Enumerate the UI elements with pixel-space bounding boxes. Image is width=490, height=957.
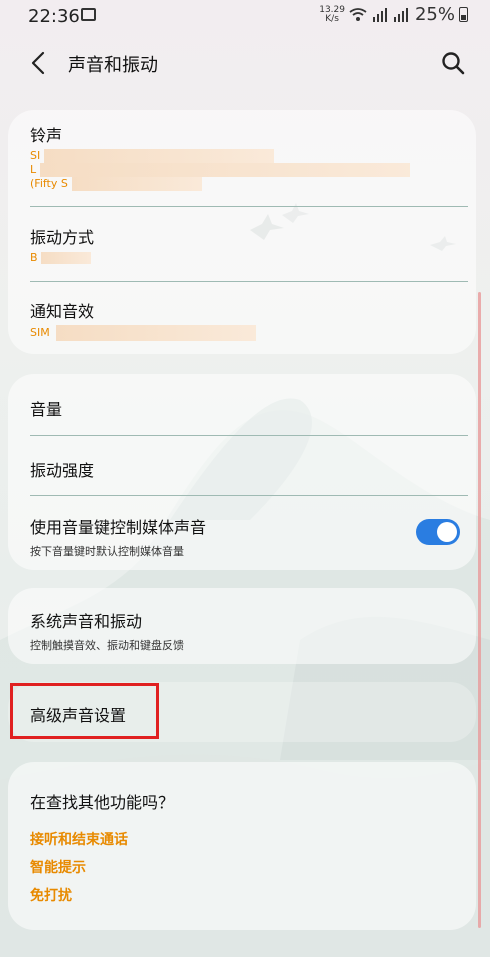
redacted-ringtone-extra bbox=[71, 177, 202, 191]
signal-icon bbox=[393, 7, 408, 22]
app-header: 声音和振动 bbox=[0, 40, 490, 86]
media-volume-key-description: 按下音量键时默认控制媒体音量 bbox=[30, 545, 184, 558]
suggestion-link-do-not-disturb[interactable]: 免打扰 bbox=[30, 885, 72, 905]
volume-settings-card: 音量 振动强度 使用音量键控制媒体声音 按下音量键时默认控制媒体音量 bbox=[8, 374, 476, 570]
network-speed: 13.29 K/s bbox=[319, 5, 345, 24]
volume-label: 音量 bbox=[30, 400, 63, 419]
volume-row[interactable]: 音量 bbox=[30, 396, 468, 420]
redacted-ringtone-name bbox=[44, 149, 275, 163]
divider bbox=[30, 281, 468, 282]
annotation-highlight-box bbox=[10, 683, 159, 739]
system-sound-row[interactable]: 系统声音和振动 控制触摸音效、振动和键盘反馈 bbox=[30, 608, 468, 653]
divider bbox=[30, 495, 468, 496]
ringtone-label: 铃声 bbox=[30, 126, 63, 145]
ringtone-value-line1: SI bbox=[30, 149, 41, 162]
ringtone-value-line2: L bbox=[30, 163, 37, 176]
redacted-notification-name bbox=[55, 325, 256, 341]
back-arrow-icon[interactable] bbox=[26, 50, 52, 76]
ringtone-value-line3: (Fifty S bbox=[30, 177, 68, 190]
redacted-vibration-name bbox=[40, 252, 91, 264]
battery-percentage: 25% bbox=[414, 4, 455, 25]
status-bar: 22:36 13.29 K/s 25% bbox=[0, 0, 490, 32]
ringtone-value: SI L (Fifty S bbox=[30, 149, 468, 191]
divider bbox=[30, 435, 468, 436]
search-icon[interactable] bbox=[440, 50, 466, 76]
notification-sound-label: 通知音效 bbox=[30, 302, 95, 321]
signal-4g-icon bbox=[372, 7, 387, 22]
sound-settings-card: 铃声 SI L (Fifty S 振动方式 B 通知音效 SIM bbox=[8, 110, 476, 354]
suggestion-link-smart-alerts[interactable]: 智能提示 bbox=[30, 857, 86, 877]
system-sound-label: 系统声音和振动 bbox=[30, 612, 143, 631]
suggestion-link-answer-end-call[interactable]: 接听和结束通话 bbox=[30, 829, 128, 849]
gallery-notification-icon bbox=[81, 8, 96, 21]
vibration-pattern-row[interactable]: 振动方式 B bbox=[30, 224, 468, 264]
status-time: 22:36 bbox=[28, 6, 80, 27]
notification-sound-value-text: SIM bbox=[30, 326, 50, 339]
vibration-pattern-value-text: B bbox=[30, 251, 38, 264]
status-indicators: 13.29 K/s 25% bbox=[319, 4, 468, 25]
scrollbar[interactable] bbox=[478, 292, 481, 928]
ringtone-row[interactable]: 铃声 SI L (Fifty S bbox=[30, 122, 468, 191]
vibration-pattern-label: 振动方式 bbox=[30, 228, 95, 247]
system-sound-description: 控制触摸音效、振动和键盘反馈 bbox=[30, 639, 184, 652]
suggestions-heading: 在查找其他功能吗？ bbox=[30, 793, 175, 812]
battery-icon bbox=[459, 7, 468, 22]
vibration-intensity-label: 振动强度 bbox=[30, 461, 95, 480]
vibration-pattern-value: B bbox=[30, 251, 468, 264]
page-title: 声音和振动 bbox=[68, 55, 158, 76]
notification-sound-row[interactable]: 通知音效 SIM bbox=[30, 298, 468, 341]
wifi-icon bbox=[349, 7, 367, 21]
vibration-intensity-row[interactable]: 振动强度 bbox=[30, 457, 468, 481]
redacted-ringtone-detail bbox=[40, 163, 411, 177]
media-volume-key-toggle[interactable] bbox=[416, 519, 460, 545]
divider bbox=[30, 206, 468, 207]
media-volume-key-row[interactable]: 使用音量键控制媒体声音 按下音量键时默认控制媒体音量 bbox=[30, 514, 468, 559]
toggle-knob bbox=[437, 522, 457, 542]
network-speed-unit: K/s bbox=[325, 13, 339, 24]
media-volume-key-label: 使用音量键控制媒体声音 bbox=[30, 518, 207, 537]
system-sound-card: 系统声音和振动 控制触摸音效、振动和键盘反馈 bbox=[8, 588, 476, 664]
notification-sound-value: SIM bbox=[30, 325, 468, 341]
